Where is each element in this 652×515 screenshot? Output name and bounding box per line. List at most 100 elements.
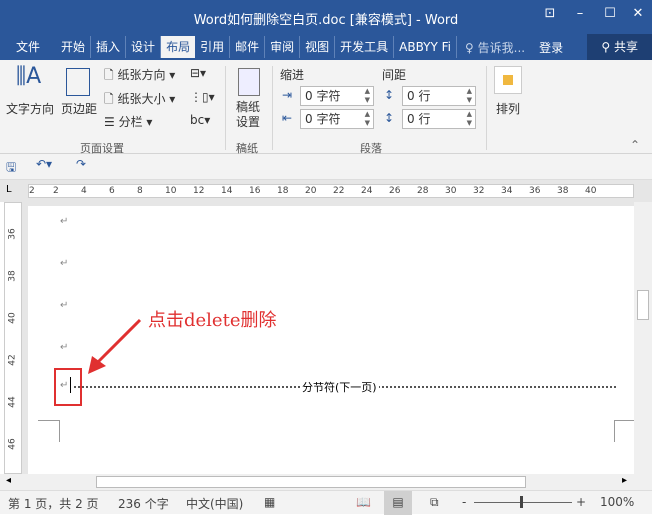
- redo-icon[interactable]: ↷: [76, 157, 86, 171]
- divider: [225, 66, 226, 150]
- ruler-tick: 32: [473, 186, 485, 196]
- zoom-slider-thumb[interactable]: [520, 496, 523, 508]
- share-button[interactable]: ⚲ 共享: [587, 34, 652, 60]
- text-direction-button[interactable]: 文字方向: [6, 100, 54, 117]
- paragraph-mark: ↵: [60, 216, 69, 227]
- ruler-tick: 2: [29, 186, 35, 196]
- section-break-label: 分节符(下一页): [300, 379, 379, 395]
- divider: [272, 66, 273, 150]
- ruler-tick: 14: [221, 186, 233, 196]
- ruler-tick: 44: [7, 396, 18, 408]
- undo-icon[interactable]: ↶▾: [36, 157, 52, 171]
- tab-view[interactable]: 视图: [300, 36, 336, 58]
- ruler-tick: 40: [7, 312, 18, 324]
- annotation-arrow: [88, 318, 142, 374]
- columns-button[interactable]: ☰ 分栏 ▾: [104, 113, 152, 130]
- indent-left-icon: ⇥: [282, 88, 293, 102]
- divider: [486, 66, 487, 150]
- tab-insert[interactable]: 插入: [91, 36, 127, 58]
- close-button[interactable]: ✕: [626, 6, 650, 21]
- paragraph-mark: ↵: [60, 300, 69, 311]
- page[interactable]: ↵ ↵ ↵ ↵ ↵ 分节符(下一页) 点击delete删除: [28, 206, 636, 474]
- tab-layout[interactable]: 布局: [161, 36, 196, 58]
- tab-selector-icon[interactable]: L: [6, 184, 12, 195]
- page-count[interactable]: 第 1 页，共 2 页: [8, 495, 99, 512]
- page-corner-mark: [614, 420, 636, 442]
- print-layout-icon[interactable]: ▤: [384, 491, 412, 515]
- indent-left-input[interactable]: 0 字符 ▲ ▼: [300, 86, 374, 106]
- tell-me[interactable]: ♀ 告诉我...: [457, 39, 533, 56]
- spinner-arrows[interactable]: ▲ ▼: [467, 110, 472, 128]
- tab-design[interactable]: 设计: [126, 36, 162, 58]
- ribbon: ⫼A 文字方向 页边距 🗋 纸张方向 ▾ 🗋 纸张大小 ▾ ☰ 分栏 ▾ ⊟▾ …: [0, 60, 652, 155]
- margins-icon: [66, 68, 90, 96]
- spinner-arrows[interactable]: ▲ ▼: [365, 110, 370, 128]
- vertical-scrollbar[interactable]: [634, 202, 652, 474]
- space-after-icon: ↕: [384, 111, 395, 125]
- zoom-out-button[interactable]: -: [462, 495, 466, 509]
- tab-file[interactable]: 文件: [0, 36, 56, 58]
- scroll-right-icon[interactable]: ▸: [622, 475, 627, 486]
- ruler-tick: 12: [193, 186, 205, 196]
- orientation-button[interactable]: 🗋 纸张方向 ▾: [104, 66, 175, 87]
- arrange-icon: [494, 66, 522, 94]
- line-numbers-button[interactable]: ⋮▯▾: [190, 90, 215, 104]
- draft-setup-button[interactable]: 稿纸 设置: [236, 100, 260, 130]
- hyphenation-button[interactable]: bc▾: [190, 113, 210, 127]
- ruler-tick: 36: [7, 228, 18, 240]
- scroll-thumb[interactable]: [637, 290, 649, 320]
- login-link[interactable]: 登录: [533, 39, 569, 56]
- tab-home[interactable]: 开始: [56, 36, 92, 58]
- arrange-button[interactable]: 排列: [496, 100, 520, 117]
- ruler-tick: 8: [137, 186, 143, 196]
- breaks-button[interactable]: ⊟▾: [190, 66, 206, 80]
- zoom-level[interactable]: 100%: [600, 495, 634, 509]
- tab-mailings[interactable]: 邮件: [230, 36, 266, 58]
- ruler-tick: 6: [109, 186, 115, 196]
- status-bar: 第 1 页，共 2 页 236 个字 中文(中国) ▦ 📖 ▤ ⧉ - + 10…: [0, 490, 652, 515]
- ruler-tick: 40: [585, 186, 597, 196]
- ruler-tick: 38: [557, 186, 569, 196]
- spinner-arrows[interactable]: ▲ ▼: [365, 87, 370, 105]
- ruler-tick: 2: [53, 186, 59, 196]
- minimize-button[interactable]: –: [568, 6, 592, 21]
- scroll-thumb[interactable]: [96, 476, 526, 488]
- space-before-input[interactable]: 0 行 ▲ ▼: [402, 86, 476, 106]
- save-icon[interactable]: 🖫: [6, 158, 16, 179]
- indent-right-icon: ⇤: [282, 111, 293, 125]
- language[interactable]: 中文(中国): [186, 495, 243, 512]
- ruler-tick: 22: [333, 186, 345, 196]
- web-layout-icon[interactable]: ⧉: [430, 495, 439, 510]
- tab-abbyy[interactable]: ABBYY Fi: [394, 36, 458, 58]
- quick-access-toolbar: 🖫 ↶▾ ↷: [0, 154, 652, 180]
- horizontal-ruler[interactable]: L 2 2 4 6 8 10 12 14 16 18 20 22 24 26 28 30 32 34 36 38 40: [0, 180, 652, 202]
- ruler-tick: 28: [417, 186, 429, 196]
- paragraph-mark: ↵: [60, 258, 69, 269]
- spinner-arrows[interactable]: ▲ ▼: [467, 87, 472, 105]
- vertical-ruler: 36 38 40 42 44 46: [4, 202, 22, 474]
- ribbon-tabs: 文件 开始 插入 设计 布局 引用 邮件 审阅 视图 开发工具 ABBYY Fi…: [0, 34, 652, 60]
- collapse-ribbon-icon[interactable]: ⌃: [630, 138, 640, 152]
- tab-developer[interactable]: 开发工具: [335, 36, 395, 58]
- document-area[interactable]: ↵ ↵ ↵ ↵ ↵ 分节符(下一页) 点击delete删除: [22, 202, 636, 474]
- tab-review[interactable]: 审阅: [265, 36, 301, 58]
- read-mode-icon[interactable]: 📖: [356, 495, 371, 509]
- tab-references[interactable]: 引用: [195, 36, 231, 58]
- margins-button[interactable]: 页边距: [61, 100, 97, 117]
- ruler-tick: 36: [529, 186, 541, 196]
- title-bar: Word如何删除空白页.doc [兼容模式] - Word ⊡ – ☐ ✕: [0, 0, 652, 34]
- zoom-in-button[interactable]: +: [576, 495, 586, 509]
- horizontal-scrollbar[interactable]: ◂ ▸: [0, 474, 652, 490]
- ribbon-display-icon[interactable]: ⊡: [538, 6, 562, 21]
- scroll-left-icon[interactable]: ◂: [6, 475, 11, 486]
- person-icon: ⚲: [601, 40, 611, 54]
- ruler-tick: 46: [7, 438, 18, 450]
- macro-icon[interactable]: ▦: [264, 495, 275, 509]
- ruler-tick: 26: [389, 186, 401, 196]
- indent-right-input[interactable]: 0 字符 ▲ ▼: [300, 109, 374, 129]
- zoom-slider[interactable]: [474, 502, 572, 503]
- space-after-input[interactable]: 0 行 ▲ ▼: [402, 109, 476, 129]
- maximize-button[interactable]: ☐: [598, 6, 622, 21]
- size-button[interactable]: 🗋 纸张大小 ▾: [104, 90, 175, 111]
- word-count[interactable]: 236 个字: [118, 495, 169, 512]
